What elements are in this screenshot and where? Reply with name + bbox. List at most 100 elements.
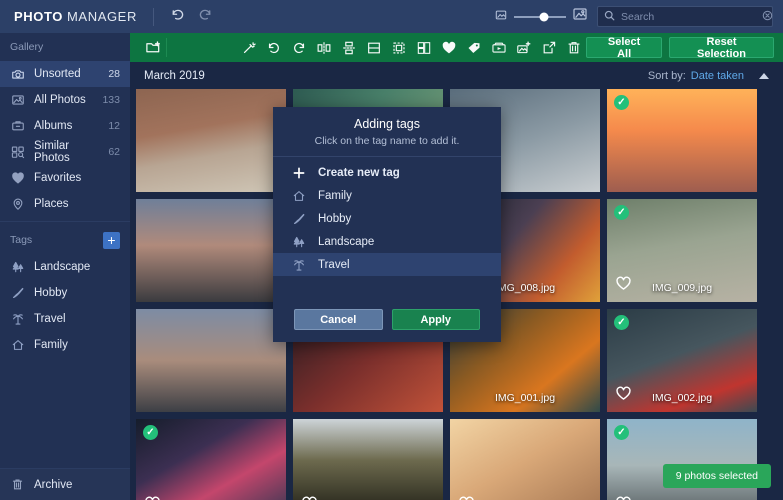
tag-icon[interactable] <box>462 33 486 62</box>
photos-icon <box>10 93 25 107</box>
rotate-right-icon[interactable] <box>287 33 311 62</box>
dialog-tag-label: Hobby <box>318 212 352 225</box>
photo-manager-window: PHOTO MANAGER Search Gallery Unsorted 28… <box>0 0 783 500</box>
photo-tile[interactable]: IMG_004.jpg <box>293 419 443 500</box>
sidebar-tag-label: Travel <box>34 313 66 325</box>
flip-horizontal-icon[interactable] <box>312 33 336 62</box>
house-icon <box>10 338 25 352</box>
slider-handle[interactable] <box>539 12 549 21</box>
sort-control: Sort by: Date taken <box>648 70 769 82</box>
sidebar-item-count: 133 <box>102 94 120 106</box>
photo-tile[interactable]: ✓IMG_003.jpg <box>136 419 286 500</box>
resize-icon[interactable] <box>387 33 411 62</box>
crop-icon[interactable] <box>362 33 386 62</box>
search-input[interactable] <box>621 10 756 23</box>
heart-icon[interactable] <box>437 33 461 62</box>
photo-thumbnail <box>293 419 443 500</box>
favorite-heart-icon[interactable] <box>615 495 632 500</box>
album-icon <box>10 119 25 133</box>
house-icon <box>291 189 307 203</box>
photo-tile[interactable] <box>136 309 286 412</box>
adding-tags-dialog: Adding tags Click on the tag name to add… <box>273 107 501 342</box>
sidebar-tag-label: Family <box>34 339 68 351</box>
sidebar-item-count: 28 <box>108 68 120 80</box>
selected-check-icon[interactable]: ✓ <box>614 315 629 330</box>
dialog-tag-family[interactable]: Family <box>273 184 501 207</box>
sidebar-section-tags: Tags + <box>0 226 130 254</box>
editing-toolbar: Select All Reset Selection <box>130 33 783 62</box>
slider-track[interactable] <box>514 12 566 21</box>
add-folder-icon[interactable] <box>142 33 164 62</box>
selected-check-icon[interactable]: ✓ <box>614 425 629 440</box>
photo-tile[interactable]: ✓ <box>607 89 757 192</box>
slideshow-icon[interactable] <box>487 33 511 62</box>
large-thumbnail-icon[interactable] <box>573 7 587 26</box>
sidebar-tag-label: Hobby <box>34 287 68 299</box>
reset-selection-button[interactable]: Reset Selection <box>669 36 774 60</box>
topbar-right-controls <box>495 6 783 27</box>
sidebar-item-archive[interactable]: Archive <box>0 469 130 500</box>
toolbar-tools <box>237 33 586 62</box>
sidebar-item-favorites[interactable]: Favorites <box>0 165 130 191</box>
clear-circle-icon[interactable] <box>762 8 773 26</box>
sidebar-tag-landscape[interactable]: Landscape <box>0 254 130 280</box>
create-new-tag-button[interactable]: Create new tag <box>273 161 501 184</box>
sidebar-tag-family[interactable]: Family <box>0 332 130 358</box>
sidebar-item-count: 12 <box>108 120 120 132</box>
divider <box>166 38 168 57</box>
paint-brush-icon <box>10 286 25 300</box>
photo-tile[interactable]: ✓ IMG_009.jpg <box>607 199 757 302</box>
selection-toast: 9 photos selected <box>662 464 771 488</box>
sidebar-item-places[interactable]: Places <box>0 191 130 217</box>
sidebar-item-label: Favorites <box>34 172 82 184</box>
add-tag-button[interactable]: + <box>103 231 120 249</box>
collage-icon[interactable] <box>412 33 436 62</box>
sidebar-item-albums[interactable]: Albums 12 <box>0 113 130 139</box>
small-thumbnail-icon[interactable] <box>495 8 507 26</box>
photo-tile[interactable]: IMG_005.jpg <box>450 419 600 500</box>
sidebar-item-unsorted[interactable]: Unsorted 28 <box>0 61 130 87</box>
dialog-tag-travel[interactable]: Travel <box>273 253 501 276</box>
cancel-button[interactable]: Cancel <box>294 309 383 330</box>
dialog-tag-hobby[interactable]: Hobby <box>273 207 501 230</box>
redo-icon[interactable] <box>198 7 213 27</box>
undo-icon[interactable] <box>170 7 185 27</box>
rotate-left-icon[interactable] <box>262 33 286 62</box>
thumbnail-size-slider[interactable] <box>495 7 587 26</box>
photo-tile[interactable] <box>136 199 286 302</box>
search-box[interactable] <box>597 6 773 27</box>
sidebar-gallery-list: Unsorted 28 All Photos 133 Albums 12 Similar P… <box>0 61 130 217</box>
favorite-heart-icon[interactable] <box>144 495 161 500</box>
magic-wand-icon[interactable] <box>237 33 261 62</box>
dialog-tag-landscape[interactable]: Landscape <box>273 230 501 253</box>
favorite-heart-icon[interactable] <box>615 385 632 406</box>
flip-vertical-icon[interactable] <box>337 33 361 62</box>
history-buttons <box>170 7 213 27</box>
favorite-heart-icon[interactable] <box>458 495 475 500</box>
sidebar-item-count: 62 <box>108 146 120 158</box>
divider <box>152 7 154 26</box>
sidebar-tag-travel[interactable]: Travel <box>0 306 130 332</box>
selected-check-icon[interactable]: ✓ <box>614 95 629 110</box>
photo-tile[interactable]: ✓ IMG_002.jpg <box>607 309 757 412</box>
photo-tile[interactable] <box>136 89 286 192</box>
select-all-button[interactable]: Select All <box>586 36 662 60</box>
similar-photos-icon <box>10 145 25 159</box>
add-to-album-icon[interactable] <box>512 33 536 62</box>
share-icon[interactable] <box>537 33 561 62</box>
favorite-heart-icon[interactable] <box>301 495 318 500</box>
sort-value[interactable]: Date taken <box>691 70 744 82</box>
selected-check-icon[interactable]: ✓ <box>143 425 158 440</box>
sort-ascending-icon[interactable] <box>759 72 769 79</box>
sidebar-tag-list: Landscape Hobby Travel Family <box>0 254 130 358</box>
sidebar-item-all-photos[interactable]: All Photos 133 <box>0 87 130 113</box>
photo-thumbnail <box>136 89 286 192</box>
sidebar-item-label: Archive <box>34 478 73 491</box>
sidebar-tag-hobby[interactable]: Hobby <box>0 280 130 306</box>
selected-check-icon[interactable]: ✓ <box>614 205 629 220</box>
apply-button[interactable]: Apply <box>391 309 480 330</box>
favorite-heart-icon[interactable] <box>615 275 632 296</box>
delete-icon[interactable] <box>562 33 586 62</box>
sidebar-item-similar-photos[interactable]: Similar Photos 62 <box>0 139 130 165</box>
sidebar-section-gallery: Gallery <box>0 33 130 61</box>
